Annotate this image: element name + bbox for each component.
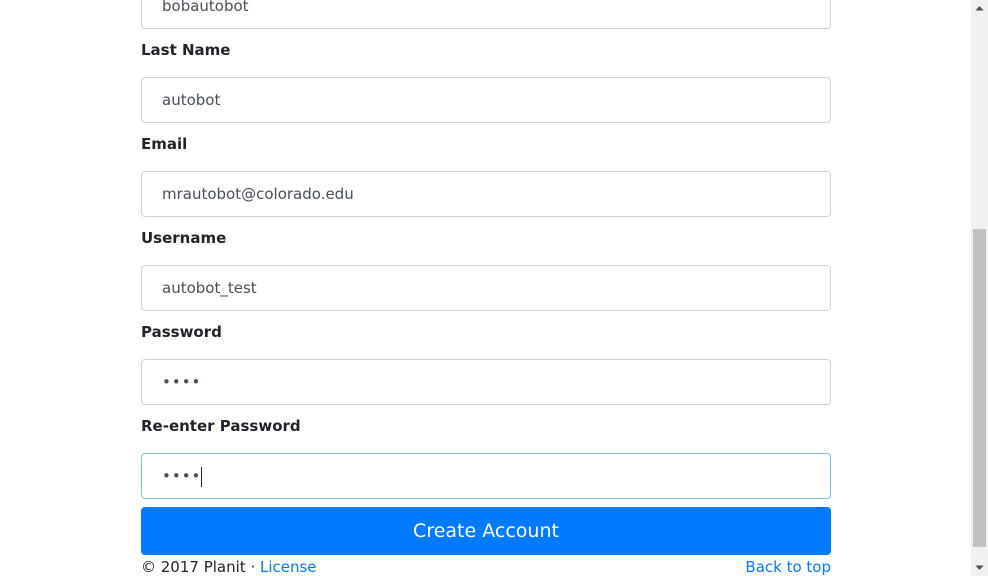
back-to-top-link[interactable]: Back to top [745, 557, 831, 576]
vertical-scrollbar[interactable] [971, 0, 988, 576]
username-field[interactable]: autobot_test [141, 265, 831, 311]
email-label: Email [141, 135, 188, 153]
reenter-password-field[interactable]: •••• [141, 453, 831, 499]
scroll-down-icon[interactable] [971, 559, 988, 576]
email-field[interactable]: mrautobot@colorado.edu [141, 171, 831, 217]
create-account-button[interactable]: Create Account [141, 507, 831, 555]
last-name-field[interactable]: autobot [141, 77, 831, 123]
email-value: mrautobot@colorado.edu [162, 185, 354, 203]
reenter-password-label: Re-enter Password [141, 417, 301, 435]
password-field[interactable]: •••• [141, 359, 831, 405]
copyright-text: © 2017 Planit · [141, 558, 260, 576]
license-link[interactable]: License [260, 558, 317, 576]
footer: © 2017 Planit · License Back to top [141, 557, 831, 576]
last-name-value: autobot [162, 91, 221, 109]
password-label: Password [141, 323, 222, 341]
scrollbar-thumb[interactable] [973, 229, 986, 547]
last-name-label: Last Name [141, 41, 231, 59]
username-value: autobot_test [162, 279, 257, 297]
username-label: Username [141, 229, 227, 247]
reenter-password-value: •••• [162, 467, 202, 485]
scroll-up-icon[interactable] [971, 0, 988, 17]
first-name-value: bobautobot [162, 0, 249, 15]
first-name-field[interactable]: bobautobot [141, 0, 831, 29]
page-viewport: bobautobot Last Name autobot Email mraut… [0, 0, 988, 576]
text-caret [201, 466, 203, 487]
password-value: •••• [162, 373, 202, 391]
